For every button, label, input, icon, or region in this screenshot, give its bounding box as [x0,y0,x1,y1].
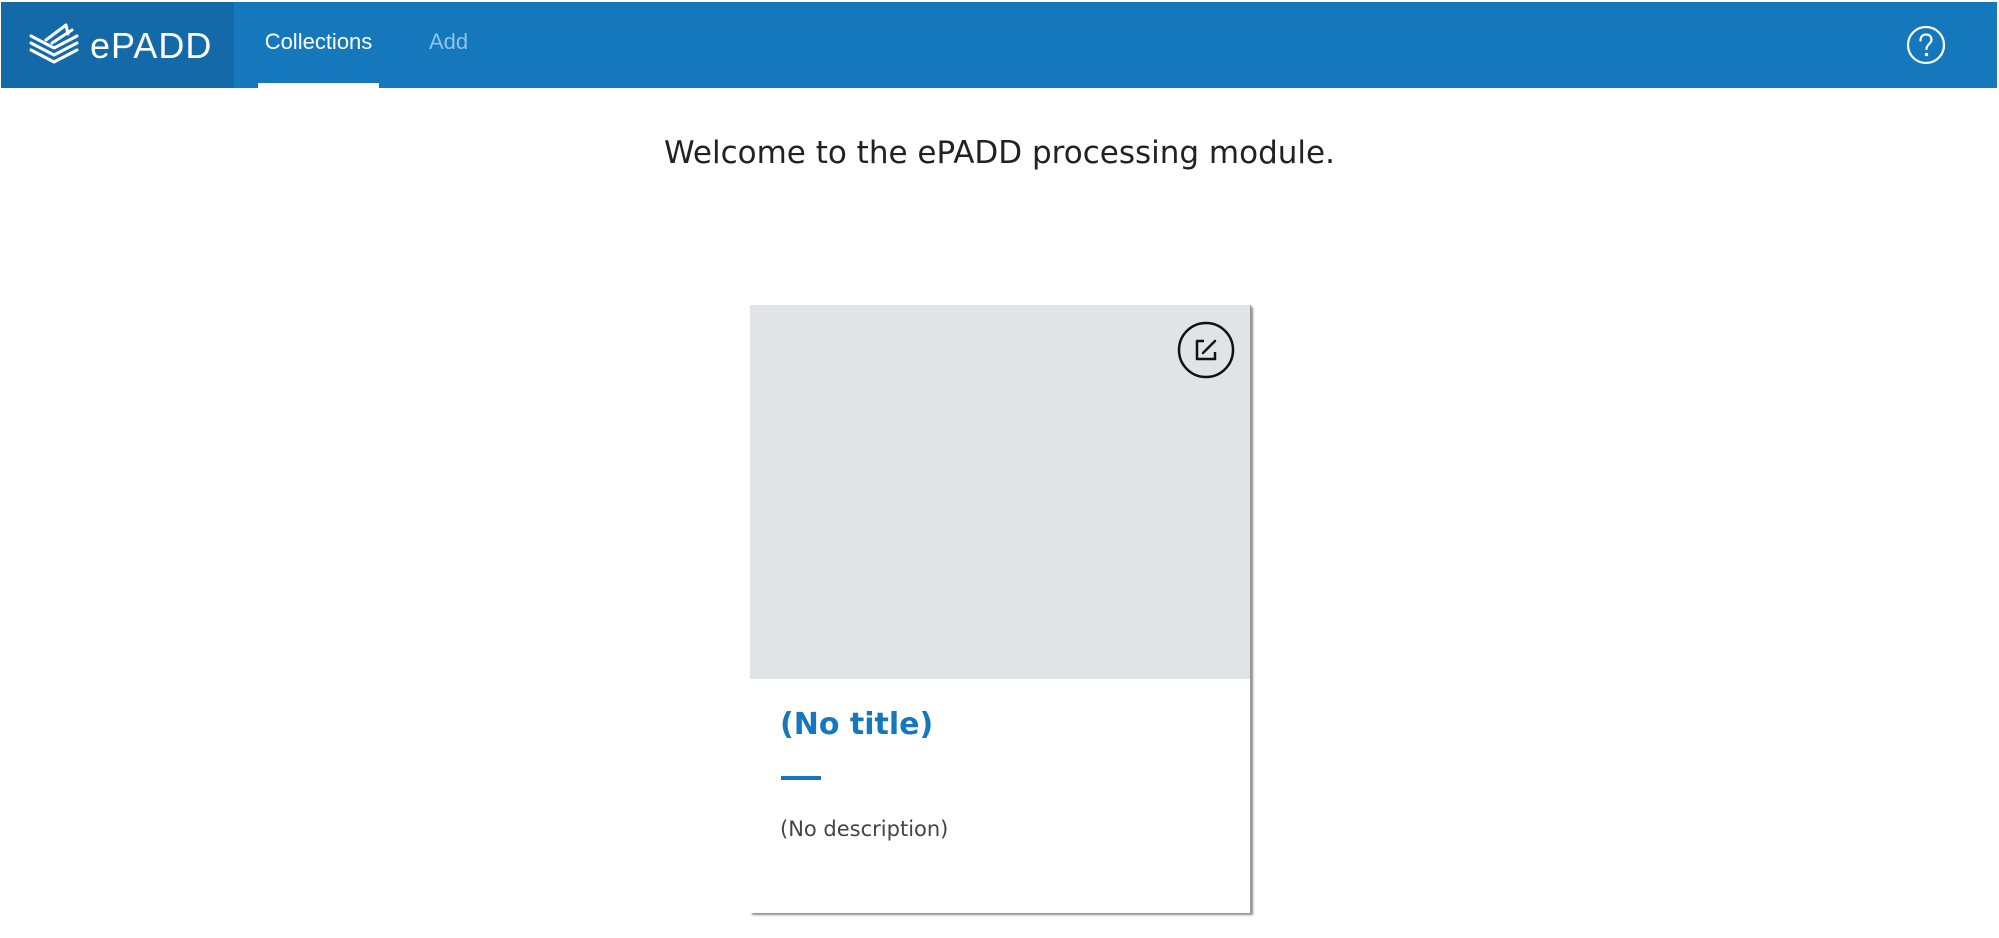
tab-add-label: Add [429,29,469,54]
logo[interactable]: ePADD [1,2,234,88]
stacked-envelopes-icon [29,23,79,64]
tab-collections-label: Collections [264,29,373,54]
collection-title[interactable]: (No title) [780,707,933,742]
top-navigation-bar: ePADD Collections Add [1,2,1997,88]
edit-square-icon[interactable] [1177,321,1235,379]
collection-description: (No description) [780,817,949,841]
title-divider [781,776,821,780]
logo-text: ePADD [90,25,213,66]
question-circle-icon[interactable] [1906,25,1946,65]
collection-card-image [750,305,1250,679]
welcome-heading: Welcome to the ePADD processing module. [664,134,1335,171]
tab-collections[interactable]: Collections [258,2,379,88]
tab-add[interactable]: Add [429,2,468,88]
collection-card[interactable]: (No title) (No description) [750,305,1251,913]
active-tab-indicator [258,83,379,88]
